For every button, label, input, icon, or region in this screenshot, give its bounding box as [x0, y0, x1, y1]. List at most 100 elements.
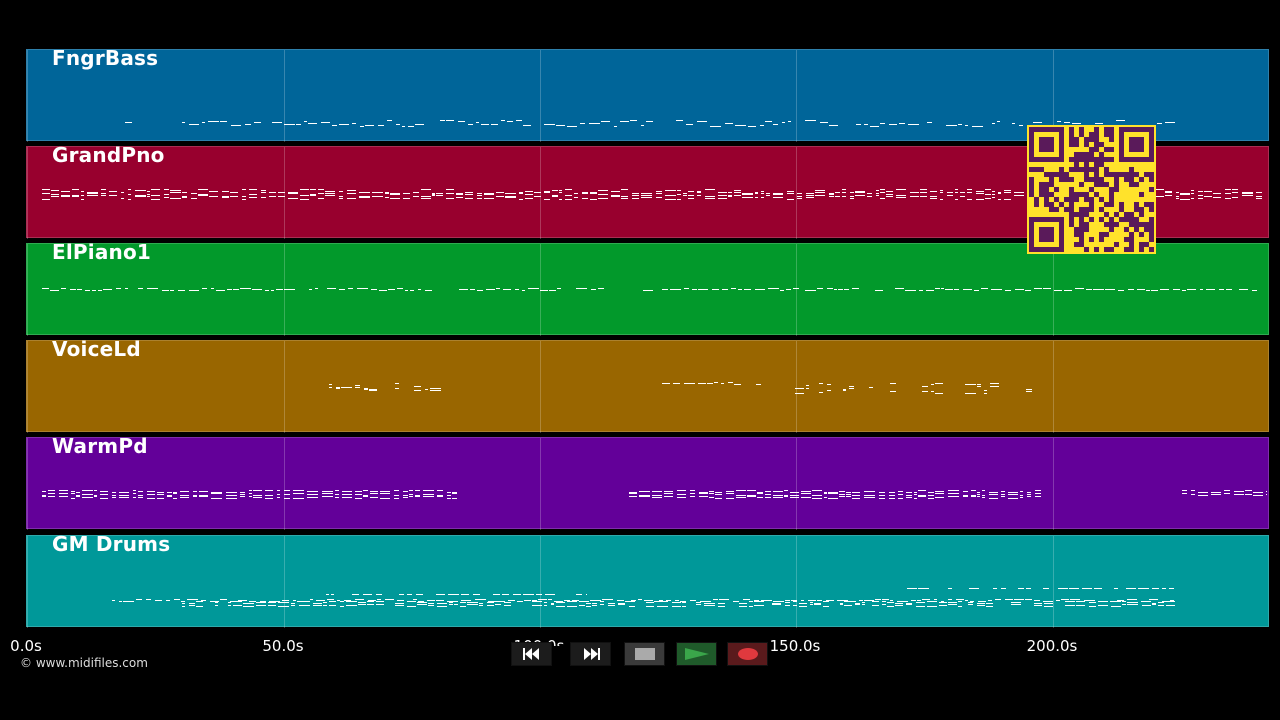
note [664, 496, 673, 497]
note [629, 606, 635, 607]
qr-module [1149, 247, 1154, 252]
note [359, 192, 370, 193]
note [882, 601, 886, 602]
note [42, 193, 50, 194]
note [82, 497, 93, 498]
note [590, 199, 597, 200]
note [1198, 191, 1203, 192]
note [1008, 494, 1018, 495]
note [793, 605, 797, 606]
note [735, 125, 746, 126]
note [639, 496, 650, 497]
note [632, 195, 639, 196]
note [930, 191, 937, 192]
note [1027, 494, 1031, 495]
note [347, 190, 356, 191]
note [989, 498, 998, 499]
note [1176, 196, 1179, 197]
note [397, 600, 404, 601]
note [773, 194, 783, 195]
note [922, 386, 928, 387]
note [138, 491, 143, 492]
note [886, 196, 893, 197]
note [548, 599, 552, 600]
note [256, 602, 266, 603]
note [1065, 601, 1075, 602]
note [982, 495, 985, 496]
note [202, 288, 207, 289]
note [1015, 289, 1024, 290]
note [632, 193, 639, 194]
rewind-button[interactable] [511, 642, 552, 666]
note [1182, 493, 1187, 494]
note [284, 490, 290, 491]
note [945, 289, 953, 290]
note [718, 198, 727, 199]
note [696, 602, 701, 603]
note [772, 604, 781, 605]
note [100, 498, 108, 499]
note [1234, 491, 1244, 492]
note [806, 195, 814, 196]
note [484, 194, 494, 195]
note [437, 606, 447, 607]
record-button[interactable] [727, 642, 768, 666]
note [1044, 606, 1053, 607]
note [1211, 492, 1221, 493]
note [641, 197, 652, 198]
note [146, 599, 151, 600]
note [699, 496, 708, 497]
note [895, 605, 903, 606]
stop-button[interactable] [624, 642, 665, 666]
note [467, 602, 478, 603]
note [862, 602, 865, 603]
note [42, 491, 46, 492]
note [579, 605, 585, 606]
note [269, 192, 276, 193]
play-button[interactable] [676, 642, 717, 666]
note [491, 124, 498, 125]
note [876, 193, 879, 194]
note [291, 603, 295, 604]
note [1232, 192, 1238, 193]
note [982, 490, 985, 491]
note [986, 603, 993, 604]
note [692, 289, 697, 290]
fast-forward-button[interactable] [570, 642, 611, 666]
note [51, 196, 59, 197]
note [1012, 123, 1015, 124]
note [905, 290, 916, 291]
note [448, 594, 459, 595]
note [1211, 494, 1221, 495]
note [828, 493, 838, 494]
note [534, 196, 541, 197]
note [576, 594, 582, 595]
note [261, 192, 266, 193]
note [545, 594, 555, 595]
note [815, 190, 825, 191]
note [332, 125, 337, 126]
note [416, 594, 423, 595]
note [325, 193, 335, 194]
note [515, 289, 519, 290]
note [1035, 496, 1041, 497]
note [914, 492, 917, 493]
note [715, 498, 722, 499]
note [157, 492, 164, 493]
note [896, 189, 906, 190]
note [209, 196, 218, 197]
note [948, 588, 952, 589]
note [977, 496, 980, 497]
note [935, 497, 944, 498]
note [81, 191, 84, 192]
note [318, 189, 324, 190]
note [421, 198, 431, 199]
note [765, 491, 771, 492]
note [407, 601, 416, 602]
note [898, 498, 903, 499]
note [749, 601, 753, 602]
note [316, 600, 325, 601]
note [1026, 391, 1032, 392]
note [1070, 599, 1080, 600]
stop-icon [634, 648, 655, 660]
